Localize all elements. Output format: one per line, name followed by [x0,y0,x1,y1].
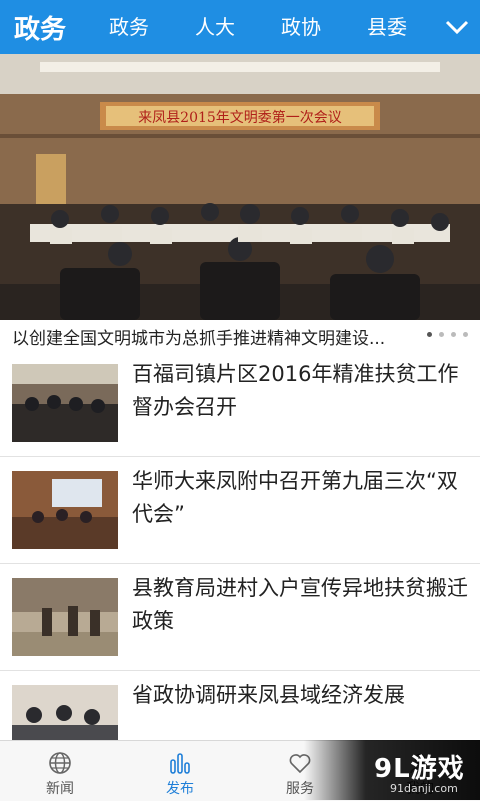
news-list: 百福司镇片区2016年精准扶贫工作督办会召开 华师大来凤附中召开第九届三次“双代… [0,350,480,740]
news-title: 百福司镇片区2016年精准扶贫工作督办会召开 [132,362,459,419]
app-title: 政务 [14,15,67,45]
carousel-dot [451,332,456,337]
banner-caption-bar: 以创建全国文明城市为总抓手推进精神文明建设... [0,320,480,350]
news-title: 省政协调研来凤县域经济发展 [132,683,405,707]
channel-tabs: 政务 人大 政协 县委 [86,0,430,54]
banner-photo: 来凤县2015年文明委第一次会议 [0,54,480,320]
carousel-dot [427,332,432,337]
globe-icon [49,752,71,774]
chart-icon [170,753,190,774]
list-item[interactable]: 县教育局进村入户宣传异地扶贫搬迁政策 [0,564,480,671]
news-thumbnail [12,364,118,442]
news-title: 县教育局进村入户宣传异地扶贫搬迁政策 [132,576,468,633]
banner-carousel[interactable]: 来凤县2015年文明委第一次会议 [0,54,480,320]
tab-xianwei[interactable]: 县委 [344,0,430,54]
news-thumbnail [12,471,118,549]
nav-label: 新闻 [46,781,74,797]
news-thumbnail [12,578,118,656]
nav-item-publish[interactable]: 发布 [120,741,240,801]
carousel-dot [463,332,468,337]
carousel-indicator [427,332,468,337]
news-title: 华师大来凤附中召开第九届三次“双代会” [132,469,458,526]
list-item[interactable]: 百福司镇片区2016年精准扶贫工作督办会召开 [0,350,480,457]
carousel-dot [439,332,444,337]
tab-zhengwu[interactable]: 政务 [86,0,172,54]
chevron-down-icon[interactable] [444,14,470,40]
banner-slogan: 来凤县2015年文明委第一次会议 [138,109,342,126]
list-item[interactable]: 省政协调研来凤县域经济发展 [0,671,480,740]
tab-renda[interactable]: 人大 [172,0,258,54]
nav-label: 发布 [166,781,194,797]
top-app-bar: 政务 政务 人大 政协 县委 [0,0,480,54]
list-item[interactable]: 华师大来凤附中召开第九届三次“双代会” [0,457,480,564]
news-thumbnail [12,685,118,740]
watermark-site: 91danji.com [390,782,458,795]
watermark-brand: 9L游戏 [374,754,465,784]
banner-caption[interactable]: 以创建全国文明城市为总抓手推进精神文明建设... [12,324,420,349]
nav-item-news[interactable]: 新闻 [0,741,120,801]
tab-zhengxie[interactable]: 政协 [258,0,344,54]
site-watermark: 9L游戏 91danji.com [304,740,480,800]
